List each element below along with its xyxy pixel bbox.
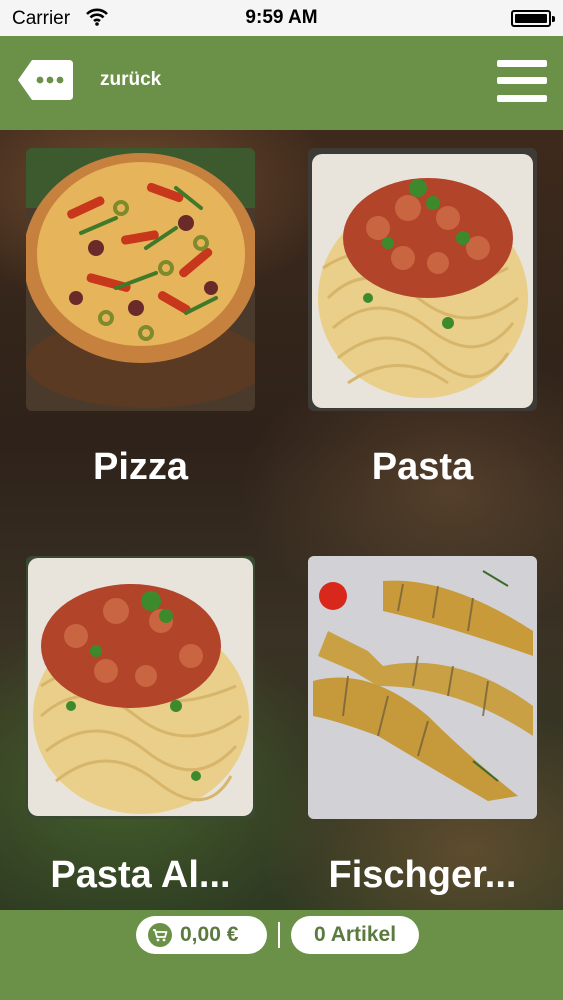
category-tile-fischgerichte[interactable]: Fischger... [308,556,537,896]
fish-image [308,556,537,819]
cart-item-count: 0 Artikel [313,923,397,946]
status-bar: Carrier 9:59 AM [0,0,563,36]
category-title: Pasta Al... [50,854,231,896]
hamburger-menu-icon[interactable] [497,60,547,102]
pizza-image [26,148,255,411]
back-button[interactable]: zurück [16,58,161,102]
cart-total-button[interactable]: 0,00 € [136,916,267,954]
nav-bar: zurück [0,36,563,130]
category-grid: Pizza Pasta Pasta Al... Fischger... [0,130,563,910]
cart-icon [148,923,172,947]
battery-icon [511,10,555,27]
status-time: 9:59 AM [245,7,318,28]
category-title: Fischger... [328,854,517,896]
category-title: Pasta [371,446,474,488]
pasta-al-image [26,556,255,819]
category-tile-pizza[interactable]: Pizza [26,148,255,488]
cart-count-button[interactable]: 0 Artikel [291,916,419,954]
category-tile-pasta-al[interactable]: Pasta Al... [26,556,255,896]
pasta-image [308,148,537,411]
cart-total: 0,00 € [180,923,239,946]
divider [278,922,280,948]
back-tag-icon [16,58,74,102]
cart-bar: 0,00 € 0 Artikel [0,910,563,1000]
category-tile-pasta[interactable]: Pasta [308,148,537,488]
back-label: zurück [100,69,162,90]
category-title: Pizza [92,446,189,488]
